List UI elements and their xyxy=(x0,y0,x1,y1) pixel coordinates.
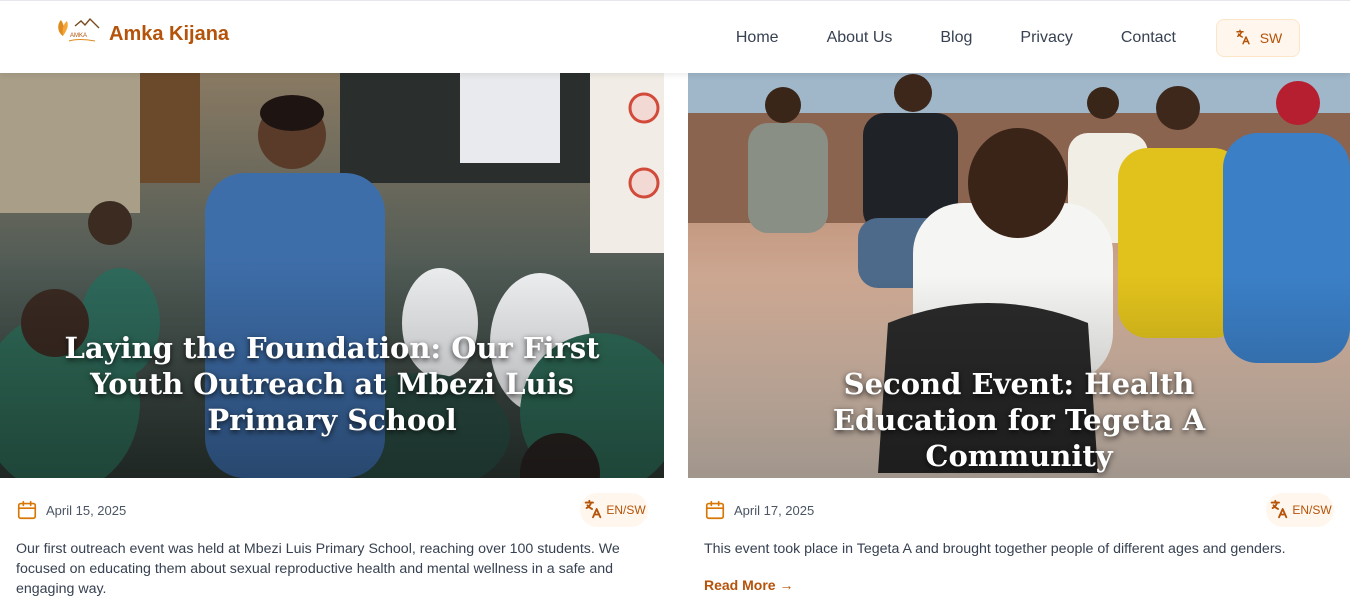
blog-card[interactable]: Laying the Foundation: Our First Youth O… xyxy=(0,73,664,610)
post-meta: April 15, 2025 EN/SW xyxy=(16,493,648,527)
post-title[interactable]: Second Event: Health Education for Teget… xyxy=(688,366,1350,474)
nav-home[interactable]: Home xyxy=(736,21,779,55)
calendar-icon xyxy=(16,499,38,521)
post-meta: April 17, 2025 EN/SW xyxy=(704,493,1334,527)
post-image[interactable]: Laying the Foundation: Our First Youth O… xyxy=(0,73,664,478)
language-badge-label: EN/SW xyxy=(1292,503,1332,517)
translate-icon xyxy=(582,498,604,523)
post-excerpt: This event took place in Tegeta A and br… xyxy=(704,541,1286,557)
logo: AMKA xyxy=(55,16,101,46)
brand[interactable]: AMKA Amka Kijana xyxy=(55,15,229,46)
nav-about-us[interactable]: About Us xyxy=(827,21,893,55)
language-badge: EN/SW xyxy=(580,493,648,527)
post-title[interactable]: Laying the Foundation: Our First Youth O… xyxy=(0,330,664,438)
main-nav: Home About Us Blog Privacy Contact SW xyxy=(736,19,1300,57)
translate-icon xyxy=(1268,498,1290,523)
nav-contact[interactable]: Contact xyxy=(1121,21,1176,55)
language-switch-button[interactable]: SW xyxy=(1216,19,1300,57)
brand-name[interactable]: Amka Kijana xyxy=(109,23,229,46)
language-label: SW xyxy=(1259,30,1283,46)
translate-icon xyxy=(1234,28,1252,49)
logo-text: AMKA xyxy=(70,33,87,39)
nav-privacy[interactable]: Privacy xyxy=(1020,21,1072,55)
language-badge-label: EN/SW xyxy=(606,503,646,517)
site-header: AMKA Amka Kijana Home About Us Blog Priv… xyxy=(0,0,1350,73)
read-more-link[interactable]: Read More → xyxy=(704,577,793,593)
language-badge: EN/SW xyxy=(1266,493,1334,527)
post-date: April 17, 2025 xyxy=(734,502,815,518)
blog-card[interactable]: Second Event: Health Education for Teget… xyxy=(688,73,1350,610)
nav-blog[interactable]: Blog xyxy=(940,21,972,55)
calendar-icon xyxy=(704,499,726,521)
post-image[interactable]: Second Event: Health Education for Teget… xyxy=(688,73,1350,478)
post-excerpt: Our first outreach event was held at Mbe… xyxy=(16,541,620,597)
post-date: April 15, 2025 xyxy=(46,502,127,518)
